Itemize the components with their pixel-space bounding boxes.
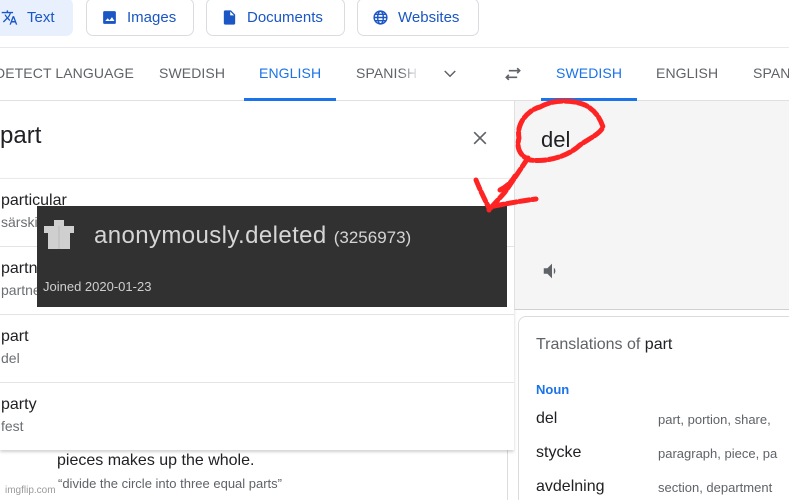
avatar-icon [44, 220, 74, 249]
definition-example: “divide the circle into three equal part… [58, 476, 283, 491]
translation-synonyms: part, portion, share, [658, 412, 771, 427]
mode-tab-images-label: Images [127, 8, 177, 26]
translate-icon [1, 9, 18, 25]
translation-synonyms: section, department [658, 480, 773, 495]
translation-word: stycke [536, 444, 582, 461]
divider [507, 450, 508, 500]
close-icon[interactable] [470, 128, 490, 148]
user-id: (3256973) [333, 228, 412, 247]
mode-tab-websites-label: Websites [398, 8, 460, 26]
overlay-username: anonymously.deleted (3256973) [94, 222, 411, 250]
translation-output: del [541, 127, 571, 152]
source-lang-english[interactable]: ENGLISH [243, 49, 337, 101]
mode-tab-websites[interactable]: Websites [357, 0, 479, 36]
suggestion-translation: fest [1, 418, 24, 434]
translations-title-word: part [644, 336, 673, 353]
translation-word: avdelning [536, 478, 605, 495]
target-lang-swedish[interactable]: SWEDISH [540, 49, 638, 101]
suggestion-word: part [1, 328, 29, 345]
definition-text: pieces makes up the whole. [57, 452, 255, 469]
translation-word: del [536, 410, 558, 427]
username-text: anonymously.deleted [94, 222, 327, 249]
suggestion-item[interactable]: part del [0, 314, 514, 382]
mode-tabs: Text Images Documents Websites [0, 0, 789, 48]
mode-tab-documents-label: Documents [247, 8, 323, 26]
translation-row[interactable]: del part, portion, share, [536, 410, 789, 434]
source-text-input[interactable]: part [0, 122, 41, 150]
suggestion-item[interactable]: party fest [0, 382, 514, 450]
globe-icon [373, 9, 388, 25]
image-icon [103, 10, 116, 24]
target-lang-english[interactable]: ENGLISH [656, 49, 718, 101]
language-bar: DETECT LANGUAGE SWEDISH ENGLISH SPANISH … [0, 49, 789, 101]
suggestion-word: party [1, 396, 37, 413]
target-lang-spanish[interactable]: SPANISH [753, 49, 789, 101]
part-of-speech: Noun [536, 382, 570, 397]
mode-tab-text-label: Text [27, 8, 55, 26]
suggestion-translation: del [1, 350, 20, 366]
translation-row[interactable]: avdelning section, department [536, 478, 789, 500]
mode-tab-images[interactable]: Images [86, 0, 194, 36]
watermark: imgflip.com [5, 485, 56, 496]
speaker-icon[interactable] [541, 260, 563, 282]
document-icon [223, 9, 236, 25]
source-lang-detect[interactable]: DETECT LANGUAGE [0, 49, 134, 101]
overlay-joined-date: Joined 2020-01-23 [43, 279, 152, 294]
translations-title-prefix: Translations of [536, 336, 641, 353]
translation-synonyms: paragraph, piece, pa [658, 446, 778, 461]
translation-row[interactable]: stycke paragraph, piece, pa [536, 444, 789, 468]
swap-languages-icon[interactable] [502, 64, 524, 84]
mode-tab-text[interactable]: Text [0, 0, 73, 36]
chevron-down-icon[interactable] [441, 65, 459, 83]
user-overlay: anonymously.deleted (3256973) Joined 202… [37, 206, 507, 307]
source-lang-swedish[interactable]: SWEDISH [159, 49, 225, 101]
translations-title: Translations of part [536, 336, 672, 354]
mode-tab-documents[interactable]: Documents [206, 0, 345, 36]
fade-overlay [400, 49, 420, 99]
